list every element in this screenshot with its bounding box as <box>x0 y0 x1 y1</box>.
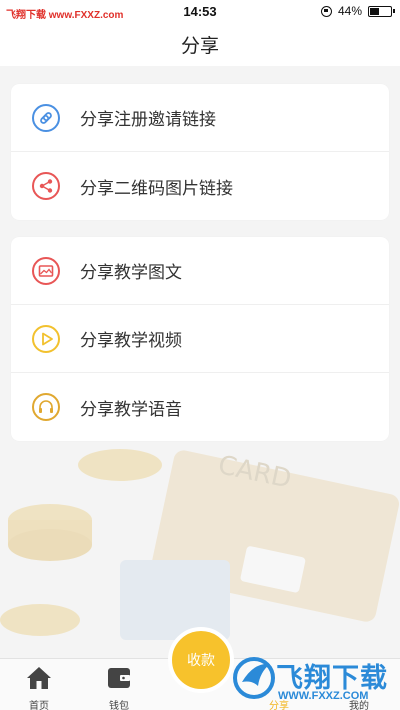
share-invite-link-label: 分享注册邀请链接 <box>80 110 216 130</box>
share-teaching-image-label: 分享教学图文 <box>80 263 182 283</box>
rotation-lock-icon <box>320 5 332 17</box>
share-teaching-image-row[interactable]: 分享教学图文 <box>11 237 389 305</box>
watermark-logo: 飞翔下载 WWW.FXXZ.COM <box>228 650 400 710</box>
share-qrcode-link-row[interactable]: 分享二维码图片链接 <box>11 152 389 220</box>
collect-payment-label: 收款 <box>187 653 215 669</box>
logo-url-text: WWW.FXXZ.COM <box>278 690 369 702</box>
share-invite-link-row[interactable]: 分享注册邀请链接 <box>11 84 389 152</box>
share-teaching-audio-row[interactable]: 分享教学语音 <box>11 373 389 441</box>
share-icon <box>32 172 60 200</box>
wallet-icon <box>108 668 130 688</box>
collect-payment-button[interactable]: 收款 <box>168 627 234 693</box>
share-teaching-video-row[interactable]: 分享教学视频 <box>11 305 389 373</box>
image-icon <box>32 256 60 285</box>
headphones-icon <box>32 393 60 421</box>
tab-wallet[interactable]: 钱包 <box>89 659 149 710</box>
page-title: 分享 <box>180 35 219 57</box>
share-teaching-card: 分享教学图文 分享教学视频 分享教学语音 <box>11 237 389 441</box>
battery-icon <box>368 5 395 17</box>
play-icon <box>32 324 60 353</box>
share-links-card: 分享注册邀请链接 分享二维码图片链接 <box>11 84 389 220</box>
share-qrcode-link-label: 分享二维码图片链接 <box>80 178 233 199</box>
tab-home-label: 首页 <box>29 701 49 710</box>
link-icon <box>32 103 60 132</box>
status-right: 44% <box>320 4 395 18</box>
nav-bar: 分享 <box>0 26 400 66</box>
share-teaching-video-label: 分享教学视频 <box>80 331 182 351</box>
tab-home[interactable]: 首页 <box>9 659 69 710</box>
tab-wallet-label: 钱包 <box>109 701 129 710</box>
status-bar: 飞翔下载 www.FXXZ.com 14:53 44% <box>0 0 400 26</box>
logo-mark-icon <box>233 657 275 699</box>
battery-percent: 44% <box>337 4 362 18</box>
bank-card-graphic: CARD <box>120 450 400 640</box>
home-icon <box>27 667 51 689</box>
share-teaching-audio-label: 分享教学语音 <box>80 399 182 420</box>
